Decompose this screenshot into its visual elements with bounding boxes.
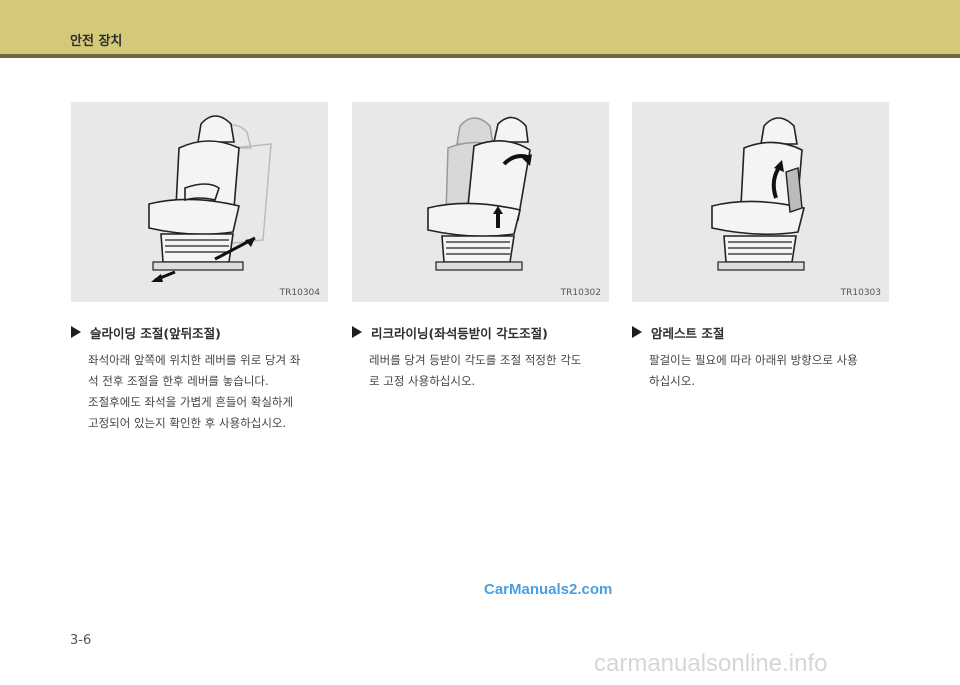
body-line: 로 고정 사용하십시오. [369, 374, 476, 388]
figure-code-label: TR10302 [560, 288, 601, 298]
triangle-bullet-icon [352, 326, 362, 338]
heading-armrest: 암레스트 조절 [632, 322, 890, 342]
figure-code-label: TR10303 [840, 288, 881, 298]
body-armrest: 팔걸이는 필요에 따라 아래위 방향으로 사용 하십시오. [632, 350, 890, 392]
figure-seat-recline: TR10302 [352, 102, 609, 302]
body-sliding: 좌석아래 앞쪽에 위치한 레버를 위로 당겨 좌 석 전후 조절을 한후 레버를… [71, 350, 329, 434]
body-line: 하십시오. [649, 374, 695, 388]
body-recline: 레버를 당겨 등받이 각도를 조절 적정한 각도 로 고정 사용하십시오. [352, 350, 610, 392]
section-title: 안전 장치 [70, 34, 123, 49]
column-sliding: 슬라이딩 조절(앞뒤조절) 좌석아래 앞쪽에 위치한 레버를 위로 당겨 좌 석… [71, 322, 329, 434]
seat-armrest-illustration [711, 117, 805, 271]
heading-recline: 리크라이닝(좌석등받이 각도조절) [352, 322, 610, 342]
figure-seat-armrest: TR10303 [632, 102, 889, 302]
body-line: 조절후에도 좌석을 가볍게 흔들어 확실하게 [88, 395, 294, 409]
heading-text: 암레스트 조절 [651, 325, 725, 341]
figure-code-label: TR10304 [279, 288, 320, 298]
heading-text: 리크라이닝(좌석등받이 각도조절) [371, 325, 548, 341]
header-rule [0, 54, 960, 58]
body-line: 좌석아래 앞쪽에 위치한 레버를 위로 당겨 좌 [88, 353, 301, 367]
header-band [0, 0, 960, 54]
body-line: 고정되어 있는지 확인한 후 사용하십시오. [88, 416, 287, 430]
column-recline: 리크라이닝(좌석등받이 각도조절) 레버를 당겨 등받이 각도를 조절 적정한 … [352, 322, 610, 392]
figure-seat-sliding: TR10304 [71, 102, 328, 302]
body-line: 석 전후 조절을 한후 레버를 놓습니다. [88, 374, 269, 388]
heading-text: 슬라이딩 조절(앞뒤조절) [90, 325, 221, 341]
seat-recline-illustration [427, 116, 532, 271]
seat-sliding-illustration [148, 115, 272, 282]
footer-watermark: carmanualsonline.info [594, 650, 828, 677]
triangle-bullet-icon [71, 326, 81, 338]
page-number: 3-6 [70, 633, 92, 648]
body-line: 팔걸이는 필요에 따라 아래위 방향으로 사용 [649, 353, 858, 367]
watermark-link[interactable]: CarManuals2.com [484, 581, 612, 598]
column-armrest: 암레스트 조절 팔걸이는 필요에 따라 아래위 방향으로 사용 하십시오. [632, 322, 890, 392]
body-line: 레버를 당겨 등받이 각도를 조절 적정한 각도 [369, 353, 582, 367]
heading-sliding: 슬라이딩 조절(앞뒤조절) [71, 322, 329, 342]
triangle-bullet-icon [632, 326, 642, 338]
